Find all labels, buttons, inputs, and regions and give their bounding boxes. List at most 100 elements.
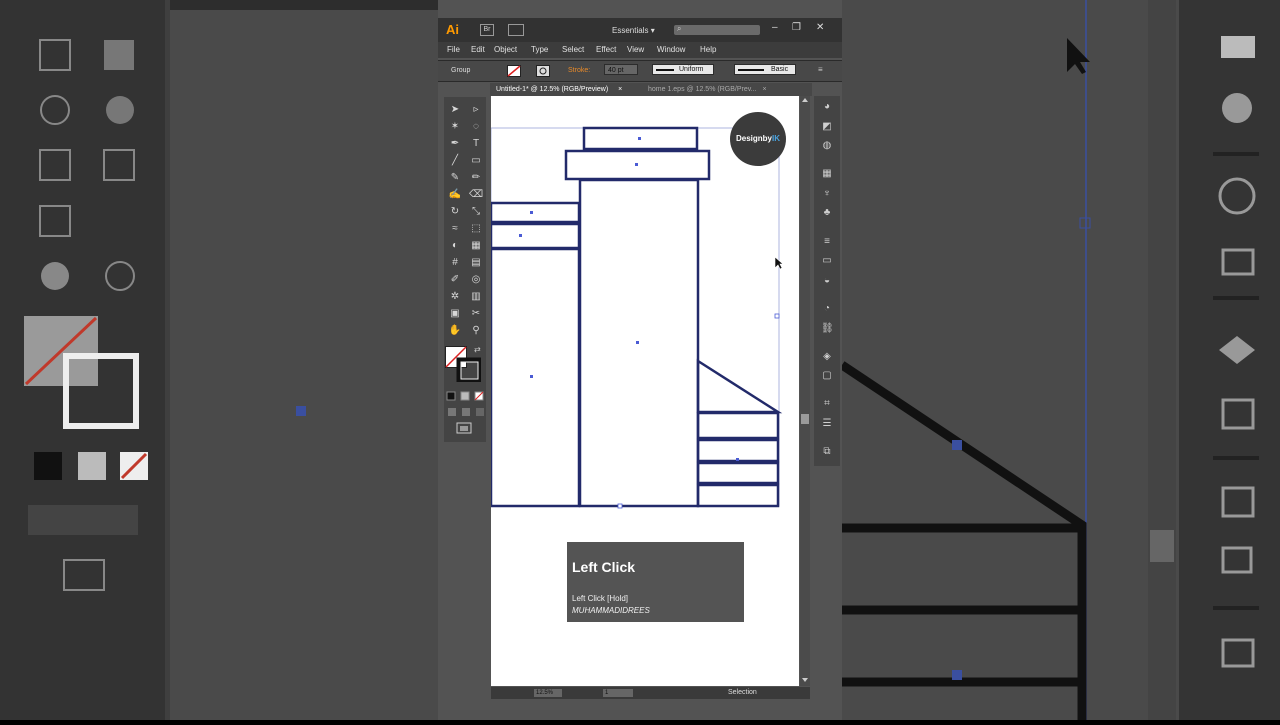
swatches-icon[interactable]: ▦ xyxy=(821,168,833,180)
menu-help[interactable]: Help xyxy=(700,45,716,54)
click-overlay-user: MUHAMMADIDREES xyxy=(572,606,650,615)
tab-home-1-eps[interactable]: home 1.eps @ 12.5% (RGB/Prev... × xyxy=(648,86,788,93)
color-icon[interactable]: ◕ xyxy=(821,101,833,113)
pencil-icon[interactable]: ✏ xyxy=(469,172,483,184)
stair-3 xyxy=(696,461,780,485)
blob-brush-icon[interactable]: ✍ xyxy=(448,189,462,201)
left-background xyxy=(0,0,438,720)
eyedropper-icon[interactable]: ✐ xyxy=(448,274,462,286)
brush-definition[interactable]: Basic xyxy=(734,64,796,75)
tab-untitled-1[interactable]: Untitled-1* @ 12.5% (RGB/Preview) × xyxy=(496,86,628,93)
profile-label: Uniform xyxy=(679,66,704,73)
tab-label: home 1.eps @ 12.5% (RGB/Prev... xyxy=(648,86,757,93)
zoom-icon[interactable]: ⚲ xyxy=(469,325,483,337)
swap-fill-stroke-icon[interactable]: ⇄ xyxy=(474,345,481,354)
artboards-icon[interactable]: ▢ xyxy=(821,370,833,382)
click-overlay-subtitle: Left Click [Hold] xyxy=(572,594,629,603)
stroke-weight-field[interactable]: 40 pt xyxy=(604,64,638,75)
layers-icon[interactable]: ◈ xyxy=(821,351,833,363)
stair-1 xyxy=(696,411,780,440)
minimize-button[interactable]: – xyxy=(772,22,778,33)
warp-icon[interactable]: ≈ xyxy=(448,223,462,235)
stroke-label[interactable]: Stroke: xyxy=(568,67,590,74)
scale-icon[interactable]: ⤡ xyxy=(469,206,483,218)
right-blurred-scrollbar xyxy=(1148,0,1176,720)
perspective-grid-icon[interactable]: ▦ xyxy=(469,240,483,252)
lasso-icon[interactable]: ◌ xyxy=(469,121,483,133)
maximize-button[interactable]: ❐ xyxy=(792,22,801,33)
screen-mode-icon[interactable] xyxy=(456,421,472,439)
shape-builder-icon[interactable]: ◐ xyxy=(448,240,462,252)
align-icon[interactable]: ☰ xyxy=(821,418,833,430)
workspace-switcher[interactable]: Essentials ▾ xyxy=(612,26,655,35)
slice-icon[interactable]: ✂ xyxy=(469,308,483,320)
arrange-documents-button[interactable] xyxy=(508,24,524,36)
left-blurred-canvas-graphic xyxy=(170,0,438,416)
graphic-styles-icon[interactable]: ◔ xyxy=(821,303,833,315)
stroke-swatch[interactable] xyxy=(536,64,550,82)
pen-icon[interactable]: ✒ xyxy=(448,138,462,150)
appearance-icon[interactable]: ◍ xyxy=(821,140,833,152)
line-icon[interactable]: ╱ xyxy=(448,155,462,167)
color-guide-icon[interactable]: ◩ xyxy=(821,121,833,133)
column-graph-icon[interactable]: ▥ xyxy=(469,291,483,303)
pathfinder-icon[interactable]: ⧉ xyxy=(821,446,833,458)
close-icon[interactable]: × xyxy=(762,86,766,93)
current-tool-status: Selection xyxy=(728,689,757,696)
direct-selection-icon[interactable]: ▹ xyxy=(469,104,483,116)
artboard-icon[interactable]: ▣ xyxy=(448,308,462,320)
menu-select[interactable]: Select xyxy=(562,45,584,54)
menu-window[interactable]: Window xyxy=(657,45,685,54)
illustrator-window: Ai Br Essentials ▾ ⌕ – ❐ ✕ File Edit Obj… xyxy=(438,0,842,720)
right-blurred-panel xyxy=(1179,0,1280,720)
menu-type[interactable]: Type xyxy=(531,45,548,54)
rotate-icon[interactable]: ↻ xyxy=(448,206,462,218)
workspace-label: Essentials xyxy=(612,26,649,35)
menu-object[interactable]: Object xyxy=(494,45,517,54)
selection-type-label: Group xyxy=(451,67,471,74)
menu-view[interactable]: View xyxy=(627,45,644,54)
magic-wand-icon[interactable]: ✶ xyxy=(448,121,462,133)
hand-icon[interactable]: ✋ xyxy=(448,325,462,337)
stroke-icon[interactable]: ≡ xyxy=(821,236,833,248)
close-button[interactable]: ✕ xyxy=(816,22,824,33)
free-transform-icon[interactable]: ⬚ xyxy=(469,223,483,235)
zoom-field[interactable]: 12.5% xyxy=(534,689,562,697)
artboard-number-field[interactable]: 1 xyxy=(603,689,633,697)
vertical-scrollbar[interactable] xyxy=(800,96,810,686)
symbols-icon[interactable]: ♣ xyxy=(821,207,833,219)
left-blurred-canvas xyxy=(170,0,438,720)
brushes-icon[interactable]: ♆ xyxy=(821,188,833,200)
mouse-cursor-icon xyxy=(774,256,784,275)
variable-width-profile[interactable]: Uniform xyxy=(652,64,714,75)
menu-file[interactable]: File xyxy=(447,45,460,54)
paintbrush-icon[interactable]: ✎ xyxy=(448,172,462,184)
bridge-button[interactable]: Br xyxy=(480,24,494,36)
gradient-icon[interactable]: ▤ xyxy=(469,257,483,269)
transform-icon[interactable]: ⌗ xyxy=(821,398,833,410)
links-icon[interactable]: ⛓ xyxy=(821,323,834,335)
mesh-icon[interactable]: # xyxy=(448,257,462,269)
search-icon: ⌕ xyxy=(677,24,682,33)
fill-swatch[interactable] xyxy=(507,64,521,82)
menu-effect[interactable]: Effect xyxy=(596,45,616,54)
designbyik-logo: DesignbyIK xyxy=(730,112,786,166)
eraser-icon[interactable]: ⌫ xyxy=(469,189,483,201)
left-roof-band xyxy=(489,222,581,250)
selection-icon[interactable]: ➤ xyxy=(448,104,462,116)
symbol-sprayer-icon[interactable]: ✲ xyxy=(448,291,462,303)
logo-text-accent: IK xyxy=(772,134,780,143)
close-icon[interactable]: × xyxy=(618,86,622,93)
chevron-down-icon: ▾ xyxy=(650,26,655,35)
gradient-icon[interactable]: ▭ xyxy=(821,255,833,267)
blend-icon[interactable]: ◎ xyxy=(469,274,483,286)
transparency-icon[interactable]: ◒ xyxy=(821,275,833,287)
search-input[interactable]: ⌕ xyxy=(674,24,760,35)
selection-bounding-box xyxy=(490,127,780,507)
drawing-modes[interactable] xyxy=(447,404,487,422)
menu-edit[interactable]: Edit xyxy=(471,45,485,54)
type-icon[interactable]: T xyxy=(469,138,483,150)
panel-menu-icon[interactable]: ≡ xyxy=(818,65,823,74)
rectangle-icon[interactable]: ▭ xyxy=(469,155,483,167)
tab-label: Untitled-1* @ 12.5% (RGB/Preview) xyxy=(496,86,609,93)
